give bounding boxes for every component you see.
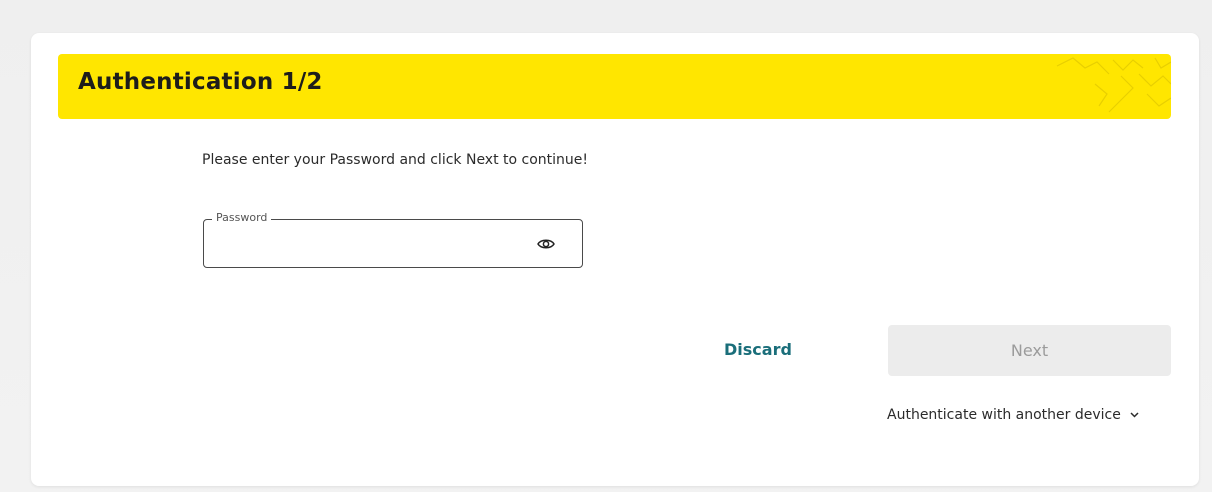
password-label: Password [212, 211, 272, 224]
chevron-down-icon [1130, 412, 1139, 418]
instruction-text: Please enter your Password and click Nex… [202, 152, 589, 168]
next-button[interactable]: Next [888, 325, 1171, 376]
alt-auth-toggle[interactable]: Authenticate with another device [887, 407, 1139, 423]
auth-card: Authentication 1/2 Please enter your Pas… [31, 33, 1199, 486]
page: Authentication 1/2 Please enter your Pas… [0, 0, 1212, 492]
discard-button[interactable]: Discard [724, 340, 792, 359]
next-button-label: Next [1010, 341, 1049, 360]
banner-decoration-graphic [1056, 57, 1171, 113]
alt-auth-label: Authenticate with another device [887, 407, 1121, 423]
auth-header-banner: Authentication 1/2 [58, 54, 1171, 119]
eye-icon[interactable] [537, 237, 555, 251]
password-input[interactable] [216, 234, 520, 258]
password-field: Password [203, 211, 583, 268]
page-title: Authentication 1/2 [78, 69, 323, 95]
